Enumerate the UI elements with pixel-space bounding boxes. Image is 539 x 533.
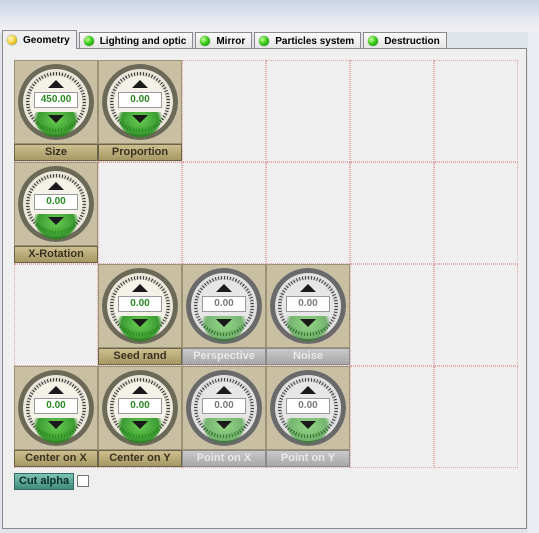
increment-arrow-icon[interactable] (300, 284, 316, 292)
center-on-y-button[interactable]: Center on Y (98, 450, 182, 467)
grid-cell (182, 60, 266, 162)
cut-alpha-button[interactable]: Cut alpha (14, 473, 75, 490)
point-on-y-control: 0.00 Point on Y (266, 366, 350, 468)
decrement-arrow-icon[interactable] (216, 319, 232, 327)
increment-arrow-icon[interactable] (48, 386, 64, 394)
size-value[interactable]: 450.00 (34, 92, 78, 108)
increment-arrow-icon[interactable] (48, 80, 64, 88)
center-on-y-value[interactable]: 0.00 (118, 398, 162, 414)
seed-rand-value[interactable]: 0.00 (118, 296, 162, 312)
grid-cell (434, 162, 518, 264)
tab-lighting-and-optic[interactable]: Lighting and optic (78, 32, 194, 49)
increment-arrow-icon[interactable] (132, 386, 148, 394)
noise-value[interactable]: 0.00 (286, 296, 330, 312)
noise-button[interactable]: Noise (266, 348, 350, 365)
point-on-x-button[interactable]: Point on X (182, 450, 266, 467)
grid-cell (434, 60, 518, 162)
decrement-arrow-icon[interactable] (132, 115, 148, 123)
increment-arrow-icon[interactable] (48, 182, 64, 190)
tab-label: Mirror (216, 35, 246, 47)
grid-cell (98, 162, 182, 264)
decrement-arrow-icon[interactable] (48, 217, 64, 225)
seed-rand-button[interactable]: Seed rand (98, 348, 182, 365)
noise-control: 0.00 Noise (266, 264, 350, 366)
grid-cell (350, 264, 434, 366)
decrement-arrow-icon[interactable] (48, 421, 64, 429)
point-on-x-value[interactable]: 0.00 (202, 398, 246, 414)
grid-cell (350, 366, 434, 468)
increment-arrow-icon[interactable] (300, 386, 316, 394)
center-on-x-value[interactable]: 0.00 (34, 398, 78, 414)
control-grid: 450.00 Size 0.00 Proportion 0.00 X-Rotation 0.… (14, 60, 518, 468)
decrement-arrow-icon[interactable] (132, 421, 148, 429)
tab-label: Destruction (384, 35, 440, 47)
green-status-icon (83, 36, 94, 46)
perspective-button[interactable]: Perspective (182, 348, 266, 365)
perspective-value[interactable]: 0.00 (202, 296, 246, 312)
geometry-window: Geometry Lighting and optic Mirror Parti… (0, 0, 539, 533)
grid-cell (182, 162, 266, 264)
grid-cell (266, 162, 350, 264)
decrement-arrow-icon[interactable] (132, 319, 148, 327)
grid-cell (350, 60, 434, 162)
decrement-arrow-icon[interactable] (300, 319, 316, 327)
tab-label: Geometry (23, 34, 70, 46)
green-status-icon (368, 36, 379, 46)
tab-mirror[interactable]: Mirror (195, 32, 253, 49)
grid-cell (434, 264, 518, 366)
grid-cell (350, 162, 434, 264)
tab-label: Lighting and optic (99, 35, 187, 47)
yellow-status-icon (7, 35, 17, 45)
tab-bar: Geometry Lighting and optic Mirror Parti… (2, 30, 447, 49)
point-on-y-button[interactable]: Point on Y (266, 450, 350, 467)
grid-cell (434, 366, 518, 468)
point-on-x-control: 0.00 Point on X (182, 366, 266, 468)
proportion-control: 0.00 Proportion (98, 60, 182, 162)
x-rotation-control: 0.00 X-Rotation (14, 162, 98, 264)
green-status-icon (200, 36, 211, 46)
center-on-x-button[interactable]: Center on X (14, 450, 98, 467)
decrement-arrow-icon[interactable] (216, 421, 232, 429)
decrement-arrow-icon[interactable] (300, 421, 316, 429)
perspective-control: 0.00 Perspective (182, 264, 266, 366)
tab-geometry[interactable]: Geometry (2, 30, 77, 49)
grid-cell (266, 60, 350, 162)
increment-arrow-icon[interactable] (216, 386, 232, 394)
x-rotation-button[interactable]: X-Rotation (14, 246, 98, 263)
tab-particles-system[interactable]: Particles system (254, 32, 362, 49)
size-button[interactable]: Size (14, 144, 98, 161)
increment-arrow-icon[interactable] (132, 284, 148, 292)
x-rotation-value[interactable]: 0.00 (34, 194, 78, 210)
proportion-button[interactable]: Proportion (98, 144, 182, 161)
tab-label: Particles system (275, 35, 355, 47)
center-on-y-control: 0.00 Center on Y (98, 366, 182, 468)
decrement-arrow-icon[interactable] (48, 115, 64, 123)
point-on-y-value[interactable]: 0.00 (286, 398, 330, 414)
seed-rand-control: 0.00 Seed rand (98, 264, 182, 366)
green-status-icon (259, 36, 270, 46)
size-control: 450.00 Size (14, 60, 98, 162)
proportion-value[interactable]: 0.00 (118, 92, 162, 108)
increment-arrow-icon[interactable] (216, 284, 232, 292)
center-on-x-control: 0.00 Center on X (14, 366, 98, 468)
tab-destruction[interactable]: Destruction (363, 32, 447, 49)
increment-arrow-icon[interactable] (132, 80, 148, 88)
cut-alpha-checkbox[interactable] (77, 475, 89, 487)
grid-cell (14, 264, 98, 366)
